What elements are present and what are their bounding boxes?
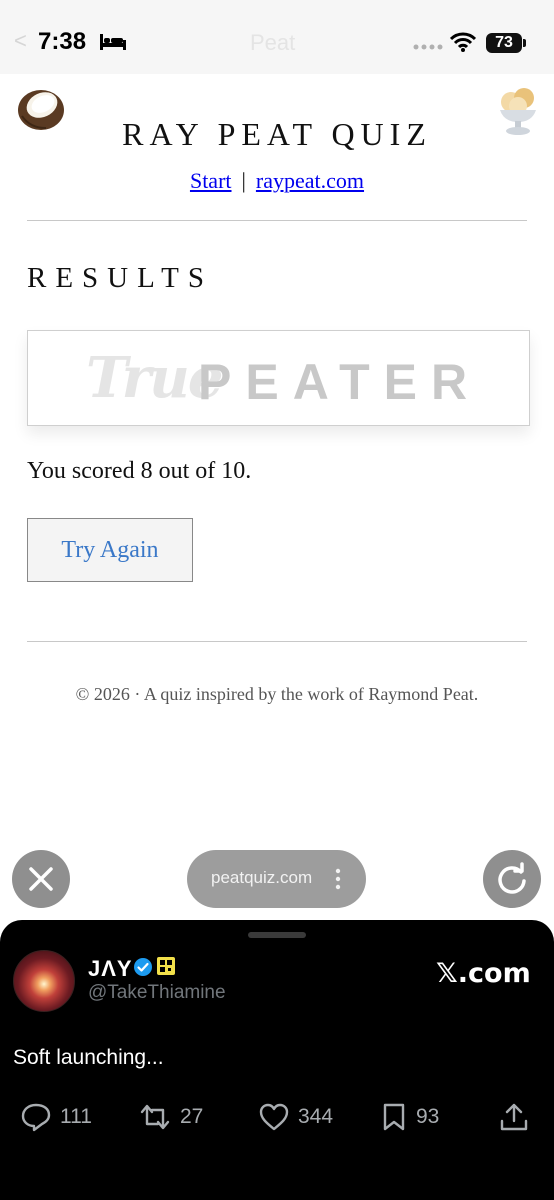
url-text: peatquiz.com xyxy=(211,868,313,887)
retweet-button[interactable]: 27 xyxy=(138,1100,203,1134)
back-chevron: < xyxy=(14,28,27,53)
qr-badge-icon xyxy=(157,957,175,975)
nav-separator: | xyxy=(241,168,246,193)
try-again-button[interactable]: Try Again xyxy=(27,518,193,582)
bookmark-button[interactable]: 93 xyxy=(380,1100,439,1134)
url-pill[interactable]: peatquiz.com xyxy=(187,850,366,908)
reload-icon xyxy=(498,862,526,894)
reply-count: 111 xyxy=(60,1105,92,1128)
tweet-sheet: JΛY @TakeThiamine 𝕏.com Soft launching..… xyxy=(0,920,554,1200)
tweet-text: Soft launching... xyxy=(13,1046,164,1069)
share-icon xyxy=(500,1103,528,1131)
site-title: RAY PEAT QUIZ xyxy=(122,116,432,152)
bookmark-count: 93 xyxy=(416,1105,440,1128)
bookmark-icon xyxy=(383,1103,405,1131)
top-nav: Start | raypeat.com xyxy=(0,168,554,194)
close-icon xyxy=(29,867,53,891)
page-title-ghost: Peat xyxy=(250,30,296,55)
result-badge: True PEATER xyxy=(27,330,530,426)
retweet-count: 27 xyxy=(180,1105,204,1128)
wifi-icon xyxy=(450,32,476,52)
close-button[interactable] xyxy=(12,850,70,908)
badge-peater-text: PEATER xyxy=(198,354,482,410)
reload-button[interactable] xyxy=(483,850,541,908)
status-bar: < 7:38 Peat 73 xyxy=(0,0,554,74)
like-button[interactable]: 344 xyxy=(258,1100,333,1134)
like-count: 344 xyxy=(298,1105,334,1128)
more-dots-icon[interactable] xyxy=(335,868,341,890)
score-text: You scored 8 out of 10. xyxy=(27,458,252,484)
divider xyxy=(27,641,527,642)
battery-icon: 73 xyxy=(486,33,526,53)
footer-text: © 2026 · A quiz inspired by the work of … xyxy=(75,684,479,704)
status-time: 7:38 xyxy=(38,28,87,55)
share-button[interactable] xyxy=(498,1100,538,1134)
bed-icon xyxy=(100,34,126,50)
signal-icon xyxy=(413,44,443,50)
like-icon xyxy=(259,1103,289,1131)
display-name[interactable]: JΛY xyxy=(88,956,133,982)
verified-badge-icon xyxy=(134,958,152,976)
results-heading: RESULTS xyxy=(27,262,214,294)
avatar[interactable] xyxy=(13,950,75,1012)
start-link[interactable]: Start xyxy=(190,168,232,193)
reply-button[interactable]: 111 xyxy=(20,1100,92,1134)
x-com-logo[interactable]: 𝕏.com xyxy=(436,958,531,989)
reply-icon xyxy=(21,1103,51,1132)
divider xyxy=(27,220,527,221)
sheet-grabber[interactable] xyxy=(248,932,306,938)
raypeat-link[interactable]: raypeat.com xyxy=(256,168,364,193)
user-handle[interactable]: @TakeThiamine xyxy=(88,982,226,1004)
retweet-icon xyxy=(140,1104,170,1130)
